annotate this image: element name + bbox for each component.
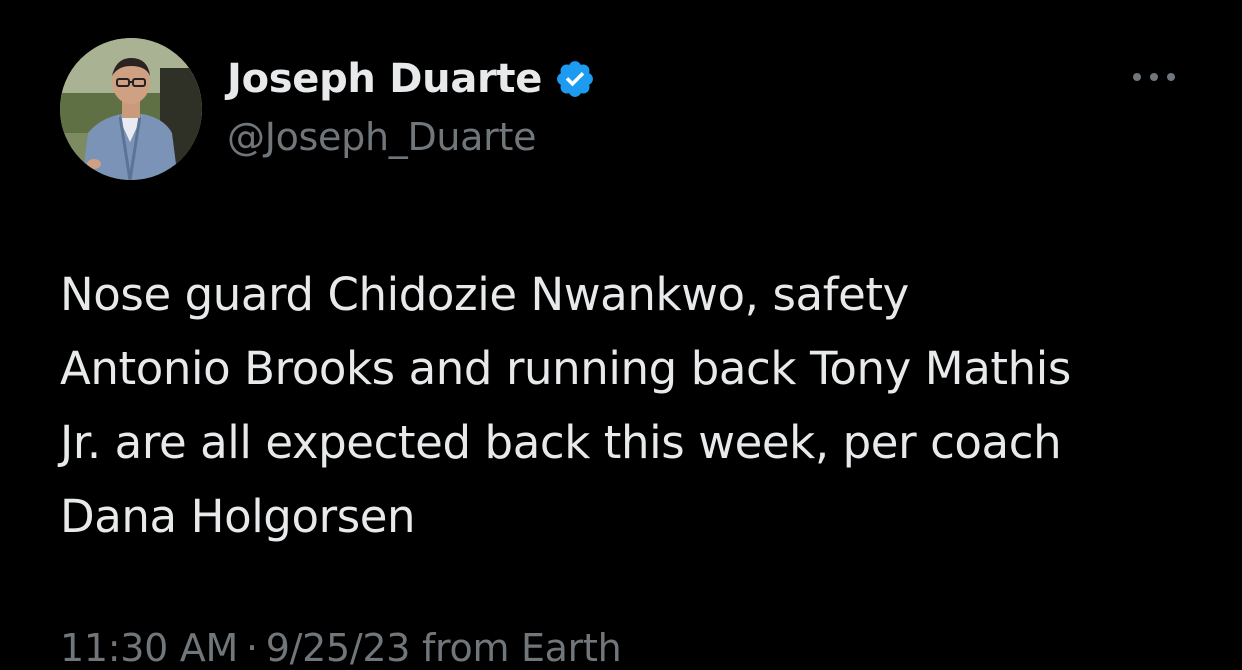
tweet-card: Joseph Duarte @Joseph_Duarte Nose guard … xyxy=(0,0,1242,670)
verified-badge-icon xyxy=(557,61,594,97)
more-options-button[interactable] xyxy=(1128,62,1180,92)
tweet-source: from Earth xyxy=(421,626,622,670)
tweet-date[interactable]: 9/25/23 xyxy=(266,626,411,670)
author-handle[interactable]: @Joseph_Duarte xyxy=(227,115,536,159)
tweet-text-line: Nose guard Chidozie Nwankwo, safety xyxy=(60,268,909,321)
author-display-name[interactable]: Joseph Duarte xyxy=(227,56,542,102)
tweet-text-line: Dana Holgorsen xyxy=(60,490,416,543)
tweet-text-line: Antonio Brooks and running back Tony Mat… xyxy=(60,342,1071,395)
tweet-metadata: 11:30 AM · 9/25/23 from Earth xyxy=(60,626,622,670)
avatar[interactable] xyxy=(60,38,202,180)
author-name-row[interactable]: Joseph Duarte xyxy=(227,53,596,105)
more-horizontal-icon xyxy=(1133,73,1175,81)
meta-separator: · xyxy=(245,626,258,670)
tweet-text-line: Jr. are all expected back this week, per… xyxy=(60,416,1062,469)
avatar-photo xyxy=(60,38,202,180)
tweet-time[interactable]: 11:30 AM xyxy=(60,626,238,670)
tweet-text: Nose guard Chidozie Nwankwo, safety Anto… xyxy=(60,258,1210,554)
